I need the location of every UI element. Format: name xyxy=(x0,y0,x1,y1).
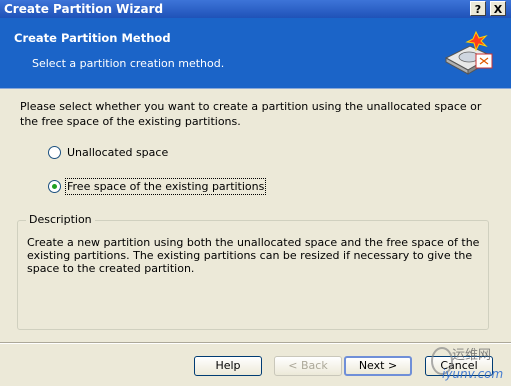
window-titlebar: Create Partition Wizard ? X xyxy=(0,0,511,18)
radio-free-space[interactable] xyxy=(48,180,61,193)
header-title: Create Partition Method xyxy=(14,31,171,45)
radio-unallocated[interactable] xyxy=(48,146,61,159)
description-text: Create a new partition using both the un… xyxy=(27,236,480,275)
back-button[interactable]: < Back xyxy=(274,356,342,376)
next-button[interactable]: Next > xyxy=(344,356,412,376)
option-free-space-existing[interactable]: Free space of the existing partitions xyxy=(48,178,267,195)
wizard-header: Create Partition Method Select a partiti… xyxy=(0,18,511,89)
option-unallocated-space[interactable]: Unallocated space xyxy=(48,146,168,159)
option-label-free-space: Free space of the existing partitions xyxy=(64,178,267,195)
option-label-unallocated: Unallocated space xyxy=(67,146,169,159)
header-subtitle: Select a partition creation method. xyxy=(32,57,225,70)
cancel-button[interactable]: Cancel xyxy=(425,356,493,376)
help-button[interactable]: Help xyxy=(194,356,262,376)
close-button[interactable]: X xyxy=(490,1,506,16)
footer-separator xyxy=(0,342,511,344)
window-title: Create Partition Wizard xyxy=(4,2,164,16)
intro-text: Please select whether you want to create… xyxy=(20,100,482,128)
description-legend: Description xyxy=(26,213,95,226)
partition-wizard-icon xyxy=(444,30,494,75)
help-title-button[interactable]: ? xyxy=(470,1,486,16)
